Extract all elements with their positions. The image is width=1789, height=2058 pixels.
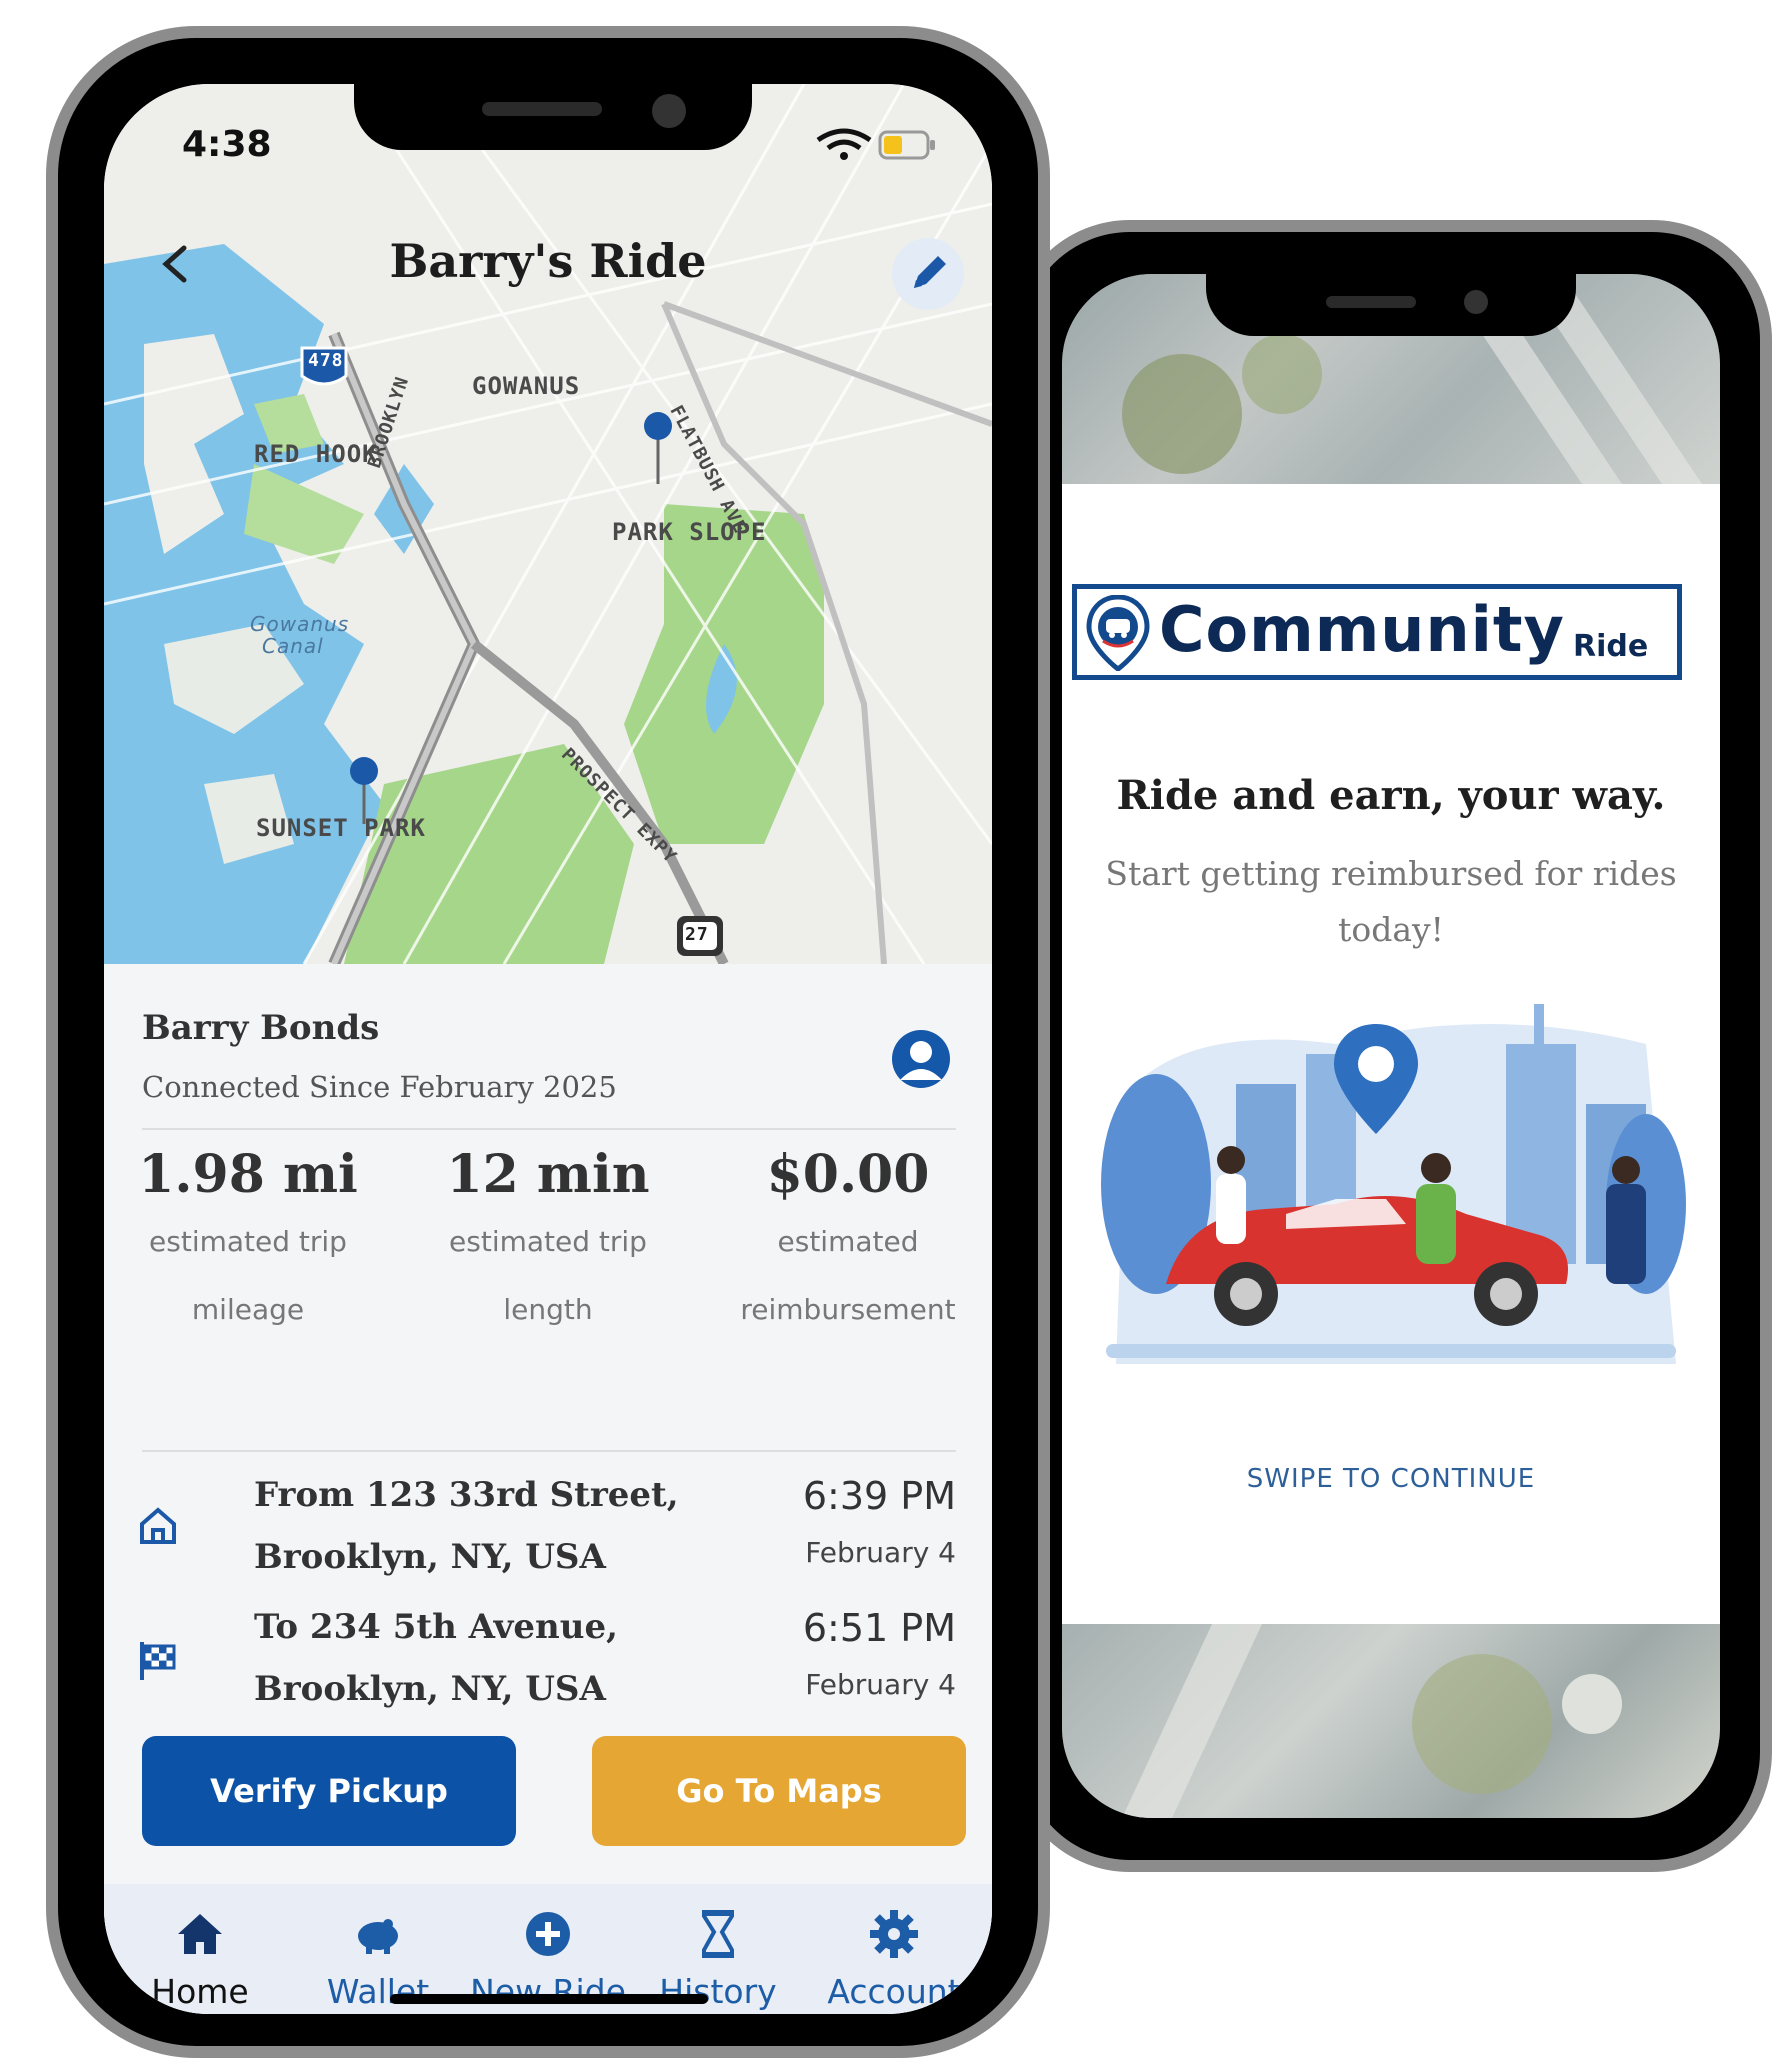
stat-reimbursement: $0.00 estimated reimbursement bbox=[698, 1144, 992, 1341]
go-to-maps-button[interactable]: Go To Maps bbox=[592, 1736, 966, 1846]
tab-history-label: History bbox=[659, 1972, 777, 2011]
stat-length: 12 min estimated trip length bbox=[398, 1144, 698, 1341]
home-icon bbox=[178, 1914, 222, 1954]
tab-new-ride-label: New Ride bbox=[470, 1972, 626, 2011]
car-city-illustration bbox=[1086, 984, 1686, 1404]
stat-length-label-2: length bbox=[503, 1293, 593, 1326]
highway-shield-478: 478 bbox=[308, 350, 344, 371]
tab-home[interactable]: Home bbox=[120, 1908, 280, 2011]
map-label-canal-1: Gowanus bbox=[250, 612, 350, 636]
divider-middle bbox=[142, 1450, 956, 1452]
logo-sub-text: Ride bbox=[1573, 629, 1649, 664]
map-label-gowanus: GOWANUS bbox=[472, 372, 581, 400]
home-indicator bbox=[390, 1994, 708, 2004]
highway-shield-27: 27 bbox=[685, 924, 709, 945]
stat-mileage: 1.98 mi estimated trip mileage bbox=[104, 1144, 398, 1341]
onboarding-screen: Community Ride Ride and earn, your way. … bbox=[1062, 274, 1720, 1818]
hourglass-icon bbox=[702, 1910, 734, 1958]
right-notch bbox=[1206, 274, 1576, 336]
tab-wallet-label: Wallet bbox=[326, 1972, 430, 2011]
trip-from-line-1: From 123 33rd Street, bbox=[254, 1475, 679, 1515]
trip-to-line-2: Brooklyn, NY, USA bbox=[254, 1669, 606, 1709]
car-city-illustration-art bbox=[1101, 1004, 1686, 1364]
plus-circle-icon bbox=[526, 1912, 570, 1956]
driver-connected-since: Connected Since February 2025 bbox=[142, 1070, 617, 1104]
checkered-flag-icon bbox=[140, 1642, 176, 1680]
ride-details-panel: Barry Bonds Connected Since February 202… bbox=[104, 964, 992, 2014]
stat-mileage-label-1: estimated trip bbox=[149, 1225, 347, 1258]
location-pin-logo-icon bbox=[1086, 595, 1150, 671]
driver-name: Barry Bonds bbox=[142, 1008, 380, 1048]
left-camera bbox=[652, 94, 686, 128]
divider-top bbox=[142, 1128, 956, 1130]
trip-to-address: To 234 5th Avenue, Brooklyn, NY, USA bbox=[254, 1596, 734, 1720]
onboarding-phone: Community Ride Ride and earn, your way. … bbox=[1010, 220, 1772, 1872]
trip-to-time-block: 6:51 PM February 4 bbox=[803, 1606, 956, 1701]
map-label-red-hook: RED HOOK bbox=[254, 440, 378, 468]
route-map[interactable]: 4:38 Barry's Ride GOWANUS RED HOOK PARK … bbox=[104, 84, 992, 967]
gear-icon bbox=[870, 1910, 918, 1958]
stat-reimbursement-label-2: reimbursement bbox=[740, 1293, 956, 1326]
onboarding-card: Community Ride Ride and earn, your way. … bbox=[1062, 484, 1720, 1624]
map-label-sunset-park: SUNSET PARK bbox=[256, 814, 426, 842]
ride-details-phone: 4:38 Barry's Ride GOWANUS RED HOOK PARK … bbox=[46, 26, 1050, 2058]
trip-from-line-2: Brooklyn, NY, USA bbox=[254, 1537, 606, 1577]
trip-to-date: February 4 bbox=[805, 1668, 956, 1701]
pencil-icon bbox=[914, 256, 946, 288]
stat-reimbursement-value: $0.00 bbox=[766, 1144, 930, 1205]
community-ride-logo: Community Ride bbox=[1072, 584, 1682, 680]
stat-reimbursement-label-1: estimated bbox=[777, 1225, 919, 1258]
tab-home-label: Home bbox=[151, 1972, 249, 2011]
aerial-photo-bottom bbox=[1062, 1624, 1720, 1818]
aerial-photo-bottom-art bbox=[1122, 1624, 1622, 1818]
home-outline-icon bbox=[140, 1507, 176, 1544]
stat-mileage-value: 1.98 mi bbox=[138, 1144, 358, 1205]
map-label-canal-2: Canal bbox=[262, 634, 324, 658]
tab-account-label: Account bbox=[827, 1972, 961, 2011]
stat-length-value: 12 min bbox=[446, 1144, 650, 1205]
piggy-bank-icon bbox=[358, 1919, 398, 1954]
swipe-to-continue[interactable]: SWIPE TO CONTINUE bbox=[1062, 1464, 1720, 1494]
status-time: 4:38 bbox=[182, 124, 272, 165]
trip-from-date: February 4 bbox=[805, 1536, 956, 1569]
trip-to-time: 6:51 PM bbox=[802, 1606, 956, 1650]
trip-from-address: From 123 33rd Street, Brooklyn, NY, USA bbox=[254, 1464, 734, 1588]
wifi-icon bbox=[816, 128, 872, 160]
tab-account[interactable]: Account bbox=[814, 1908, 974, 2011]
battery-icon bbox=[878, 130, 935, 160]
user-icon bbox=[900, 1041, 942, 1080]
verify-pickup-button[interactable]: Verify Pickup bbox=[142, 1736, 516, 1846]
stat-length-label-1: estimated trip bbox=[449, 1225, 647, 1258]
ride-details-screen: 4:38 Barry's Ride GOWANUS RED HOOK PARK … bbox=[104, 84, 992, 2014]
right-camera bbox=[1464, 290, 1488, 314]
logo-main-text: Community bbox=[1159, 593, 1565, 666]
onboarding-headline: Ride and earn, your way. bbox=[1116, 772, 1666, 819]
trip-to-line-1: To 234 5th Avenue, bbox=[254, 1607, 618, 1647]
left-notch bbox=[354, 84, 752, 150]
right-speaker bbox=[1326, 296, 1416, 308]
trip-from-time: 6:39 PM bbox=[802, 1474, 956, 1518]
edit-ride-button[interactable] bbox=[892, 238, 964, 310]
map-art bbox=[104, 84, 992, 967]
trip-from-time-block: 6:39 PM February 4 bbox=[803, 1474, 956, 1569]
onboarding-subtitle: Start getting reimbursed for rides today… bbox=[1105, 854, 1677, 949]
avatar[interactable] bbox=[892, 1030, 950, 1088]
stat-mileage-label-2: mileage bbox=[191, 1293, 305, 1326]
left-speaker bbox=[482, 102, 602, 116]
ride-title: Barry's Ride bbox=[389, 234, 707, 288]
